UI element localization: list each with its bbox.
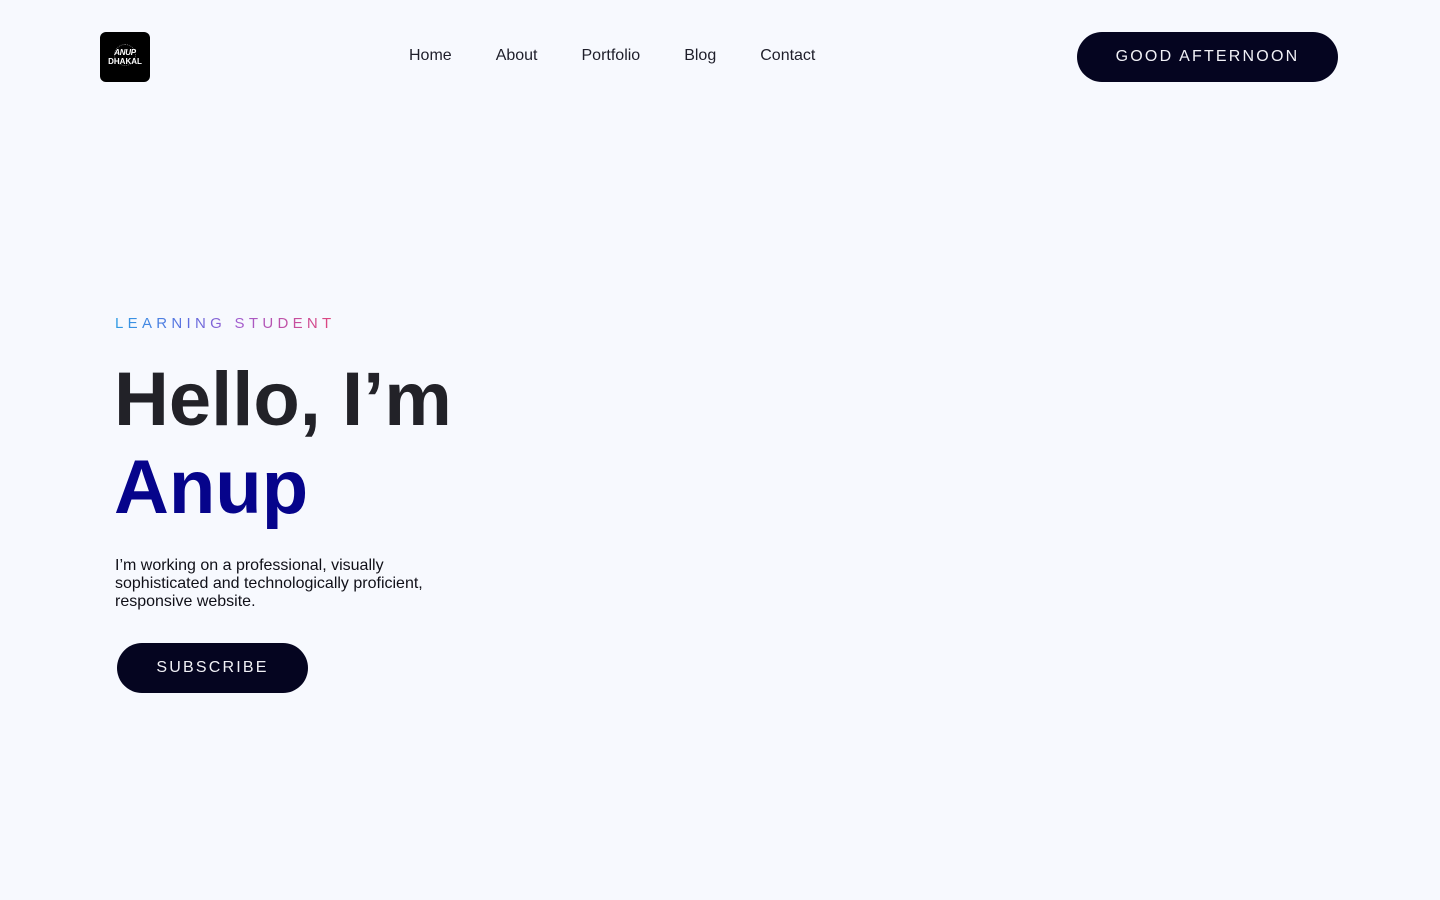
main-nav: Home About Portfolio Blog Contact (387, 44, 837, 68)
subscribe-button[interactable]: SUBSCRIBE (117, 643, 308, 693)
logo-line2: DHAKAL (108, 56, 142, 66)
nav-item-portfolio[interactable]: Portfolio (560, 44, 663, 68)
hero-headline: Hello, I’m (114, 357, 452, 442)
hero-name: Anup (114, 445, 309, 530)
nav-item-about[interactable]: About (474, 44, 560, 68)
hero-description: I’m working on a professional, visually … (115, 557, 423, 610)
logo[interactable]: ANUP DHAKAL (100, 32, 150, 82)
page: ANUP DHAKAL Home About Portfolio Blog Co… (0, 0, 1440, 900)
hero-eyebrow: LEARNING STUDENT (115, 315, 336, 332)
nav-item-home[interactable]: Home (387, 44, 474, 68)
nav-item-blog[interactable]: Blog (662, 44, 738, 68)
logo-line1: ANUP (114, 47, 136, 57)
nav-item-contact[interactable]: Contact (738, 44, 837, 68)
greeting-button[interactable]: GOOD AFTERNOON (1077, 32, 1338, 82)
